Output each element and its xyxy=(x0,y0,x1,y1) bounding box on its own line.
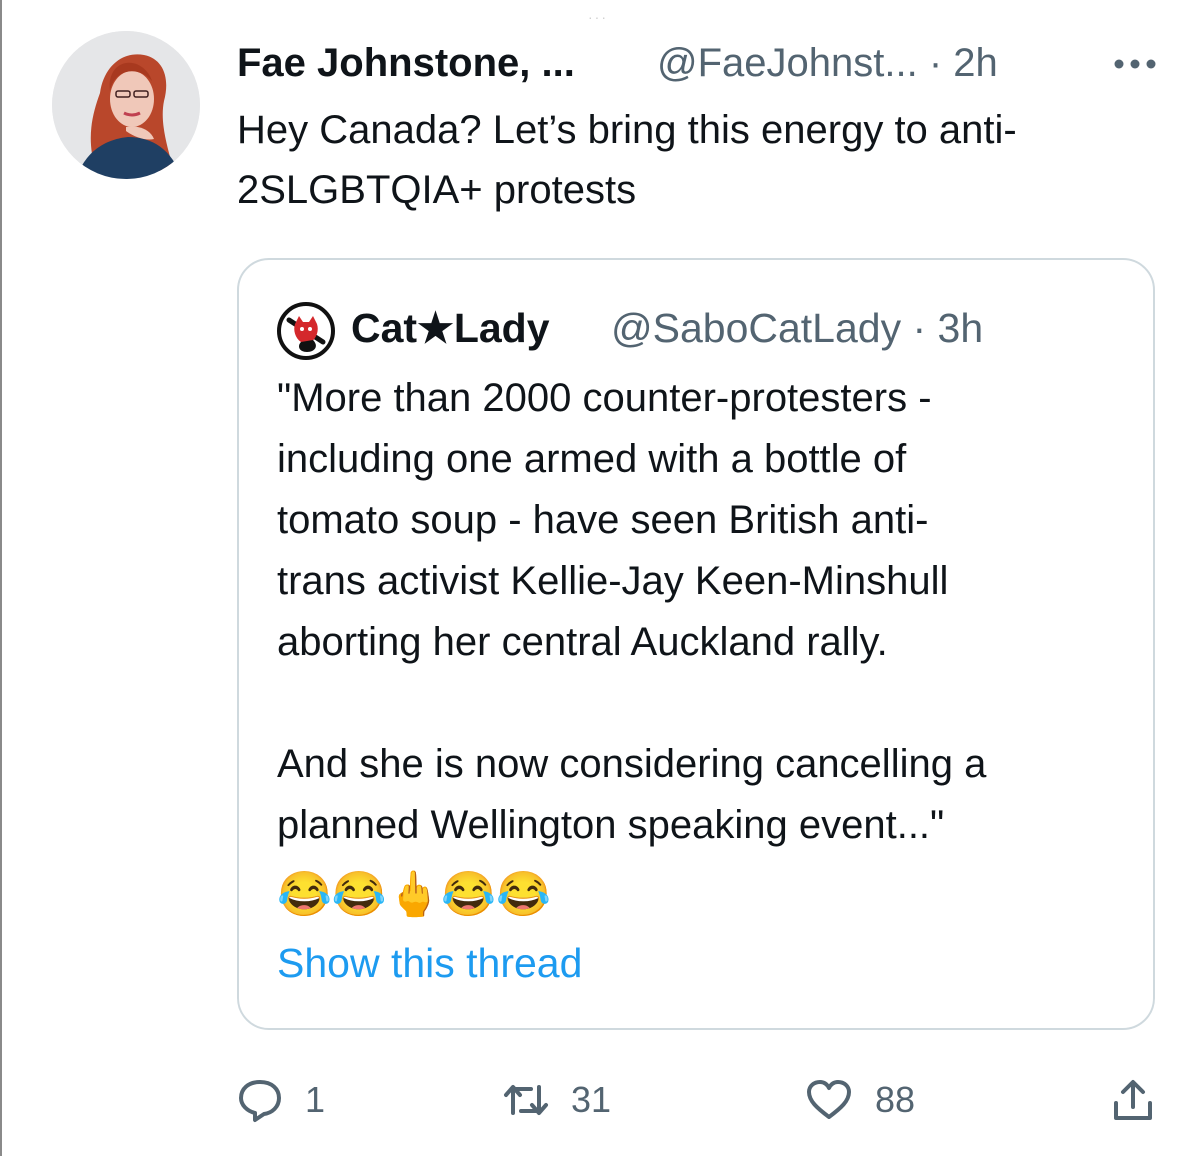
retweet-icon xyxy=(504,1085,548,1115)
quoted-tweet-card[interactable]: Cat★Lady @SaboCatLady · 3h "More than 20… xyxy=(237,258,1155,1030)
screen-edge-divider xyxy=(0,0,2,1156)
author-handle-and-time[interactable]: @FaeJohnst... · 2h xyxy=(657,36,998,90)
quoted-author-display-name[interactable]: Cat★Lady xyxy=(351,300,550,356)
emoji-row: 😂😂🖕😂😂 xyxy=(277,870,551,919)
tweet-action-bar: 1 31 88 xyxy=(237,1072,1167,1128)
share-icon xyxy=(1114,1080,1152,1120)
author-display-name[interactable]: Fae Johnstone, ... xyxy=(237,36,575,90)
heart-icon xyxy=(807,1080,851,1119)
avatar-photo xyxy=(52,31,200,179)
more-icon[interactable] xyxy=(1113,58,1157,70)
share-button[interactable] xyxy=(1111,1072,1155,1128)
reply-button[interactable]: 1 xyxy=(237,1072,325,1128)
author-avatar[interactable] xyxy=(52,31,200,179)
quoted-author-avatar[interactable] xyxy=(277,302,335,360)
quoted-tweet-text: "More than 2000 counter-protesters - inc… xyxy=(277,376,987,847)
like-count: 88 xyxy=(875,1079,916,1120)
like-button[interactable]: 88 xyxy=(805,1072,915,1128)
drag-handle: ··· xyxy=(588,9,608,25)
reply-icon xyxy=(239,1080,281,1122)
reply-count: 1 xyxy=(305,1079,326,1120)
tweet-text: Hey Canada? Let’s bring this energy to a… xyxy=(237,108,1017,212)
retweet-button[interactable]: 31 xyxy=(503,1072,611,1128)
quoted-author-handle-and-time[interactable]: @SaboCatLady · 3h xyxy=(611,300,983,356)
retweet-count: 31 xyxy=(571,1079,612,1120)
tweet-header: Fae Johnstone, ... @FaeJohnst... · 2h xyxy=(237,36,1167,90)
show-this-thread-link[interactable]: Show this thread xyxy=(277,934,582,992)
